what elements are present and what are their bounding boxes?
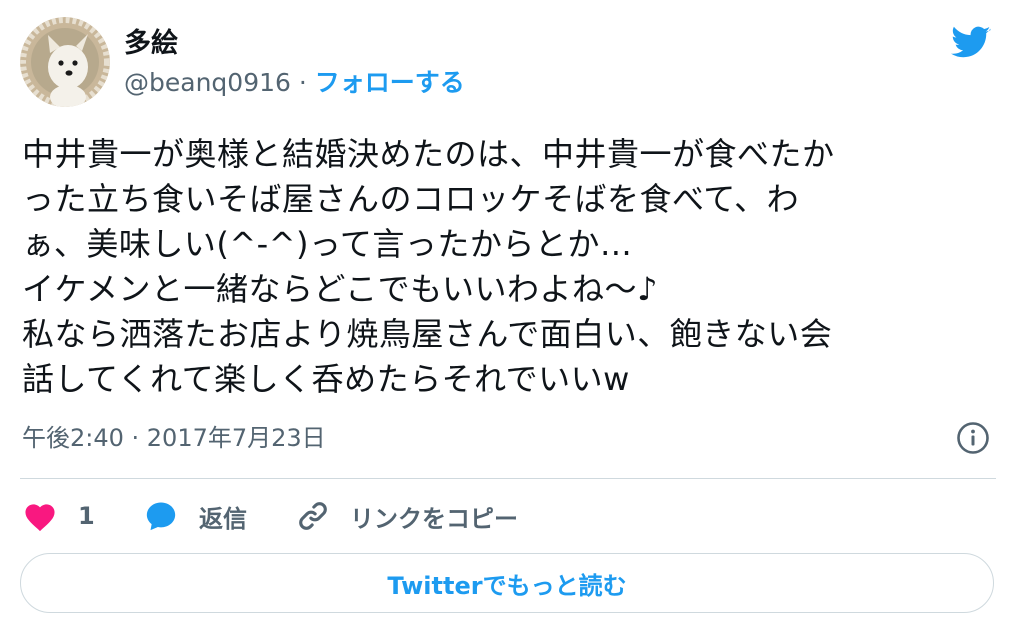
- like-button[interactable]: 1: [22, 496, 95, 536]
- info-icon[interactable]: [956, 421, 990, 455]
- dog-avatar-icon: [20, 17, 110, 107]
- like-count: 1: [78, 502, 95, 530]
- read-more-button[interactable]: Twitterでもっと読む: [20, 553, 994, 613]
- copy-link-button[interactable]: リンクをコピー: [296, 496, 518, 536]
- user-handle[interactable]: @beanq0916: [124, 68, 291, 97]
- link-icon: [299, 502, 327, 530]
- separator-dot: ·: [298, 68, 307, 97]
- copy-link-label: リンクをコピー: [350, 504, 518, 533]
- reply-label: 返信: [199, 504, 247, 533]
- divider: [20, 478, 996, 479]
- tweet-card: 多絵 @beanq0916 · フォローする 中井貴一が奥様と結婚決めたのは、中…: [0, 0, 1024, 638]
- display-name[interactable]: 多絵: [124, 24, 178, 64]
- tweet-timestamp[interactable]: 午後2:40 · 2017年7月23日: [22, 418, 326, 458]
- twitter-bird-icon[interactable]: [946, 22, 996, 62]
- handle-row: @beanq0916 · フォローする: [124, 64, 465, 102]
- avatar[interactable]: [20, 17, 110, 107]
- tweet-text: 中井貴一が奥様と結婚決めたのは、中井貴一が食べたか った立ち食いそば屋さんのコロ…: [22, 135, 835, 398]
- reply-button[interactable]: 返信: [143, 496, 247, 536]
- reply-bubble-icon: [146, 502, 176, 531]
- heart-icon: [25, 504, 55, 532]
- follow-link[interactable]: フォローする: [315, 68, 465, 97]
